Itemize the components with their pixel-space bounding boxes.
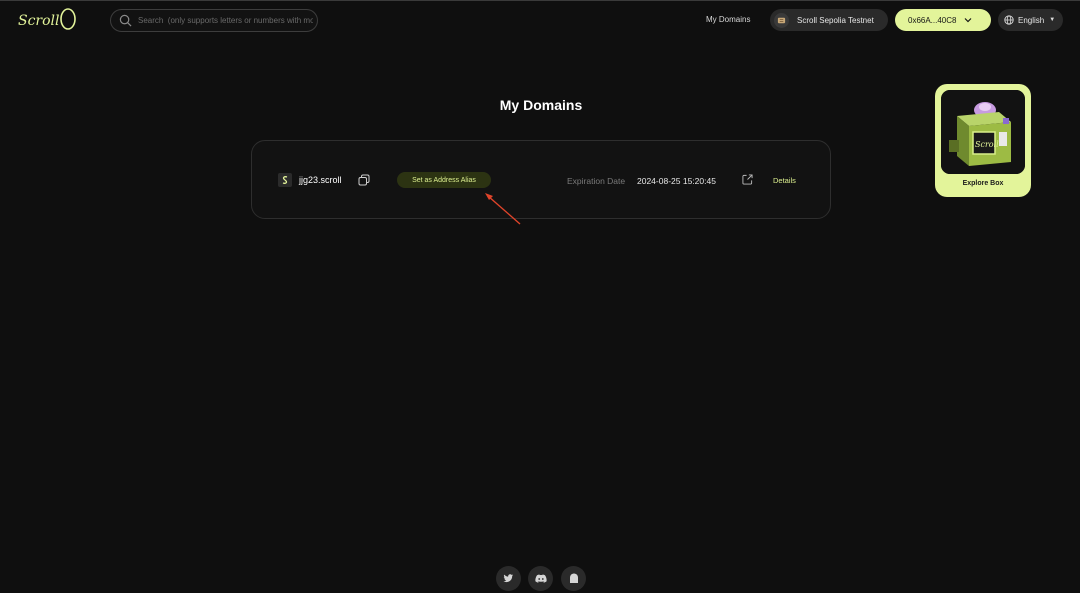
details-link[interactable]: Details [773, 176, 796, 185]
ghost-icon [569, 573, 578, 583]
external-link-icon[interactable] [742, 174, 753, 185]
scroll-network-icon [774, 12, 789, 28]
caret-down-icon: ▼ [1049, 17, 1056, 23]
chevron-down-icon [965, 18, 972, 23]
network-label: Scroll Sepolia Testnet [797, 15, 874, 25]
twitter-button[interactable] [496, 566, 521, 591]
domain-card: jjg23.scroll Set as Address Alias Expira… [251, 140, 831, 219]
scroll-domain-icon [278, 173, 292, 187]
twitter-icon [503, 574, 514, 583]
network-selector[interactable]: Scroll Sepolia Testnet [770, 9, 888, 31]
ghost-button[interactable] [561, 566, 586, 591]
expiration-label: Expiration Date [567, 176, 626, 186]
search-icon [119, 14, 132, 27]
annotation-arrow-icon [485, 193, 521, 225]
language-label: English [1018, 15, 1045, 25]
page-title: My Domains [499, 97, 583, 113]
wallet-button[interactable]: 0x66A...40C8 [895, 9, 991, 31]
language-selector[interactable]: English ▼ [998, 9, 1063, 31]
scroll-logo[interactable]: Scroll [18, 7, 80, 33]
explore-box-label: Explore Box [962, 180, 1004, 187]
expiration-value: 2024-08-25 15:20:45 [637, 176, 716, 186]
search-input[interactable] [138, 16, 313, 25]
header: Scroll My Domains Scroll Sepolia Testnet… [0, 0, 1080, 40]
globe-icon [1004, 15, 1014, 25]
svg-text:Scroll: Scroll [18, 13, 60, 29]
nav-my-domains[interactable]: My Domains [706, 15, 750, 24]
search-bar[interactable] [110, 9, 318, 32]
copy-icon[interactable] [358, 174, 370, 186]
set-address-alias-button[interactable]: Set as Address Alias [397, 172, 491, 188]
discord-button[interactable] [528, 566, 553, 591]
explore-box-card[interactable]: Scroll Explore Box [935, 84, 1031, 197]
discord-icon [534, 574, 547, 583]
wallet-address: 0x66A...40C8 [908, 15, 957, 25]
domain-name: jjg23.scroll [299, 175, 342, 185]
svg-text:Scroll: Scroll [975, 140, 999, 149]
mystery-box-image: Scroll [941, 90, 1025, 174]
